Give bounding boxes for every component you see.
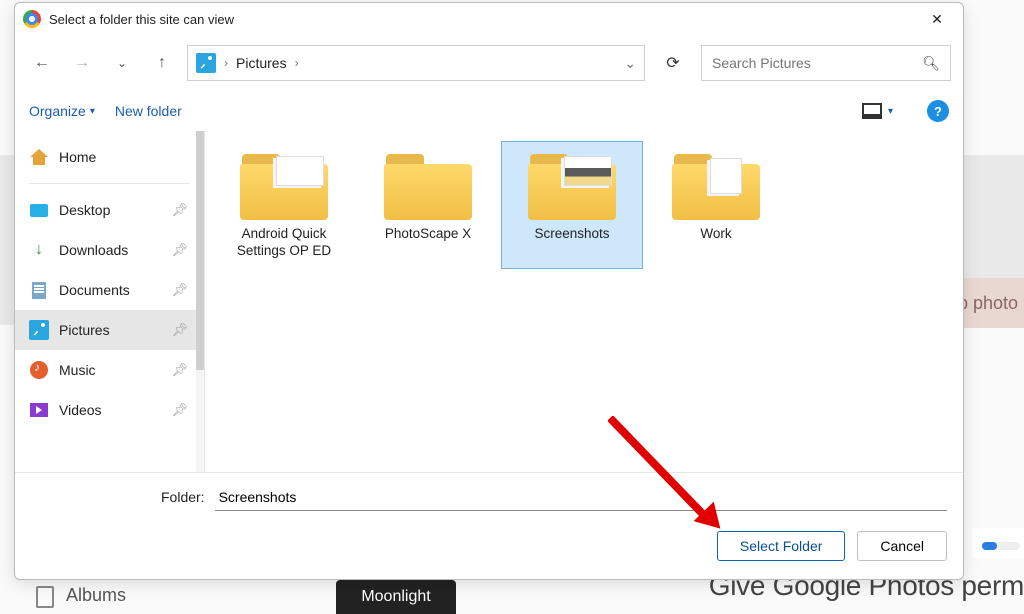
pictures-icon [29, 320, 49, 340]
documents-icon [32, 282, 46, 299]
home-icon [30, 149, 48, 165]
sidebar-item-downloads[interactable]: ↓ Downloads 📌︎ [15, 230, 204, 270]
up-button[interactable]: ↑ [147, 46, 177, 80]
sidebar-item-label: Pictures [59, 322, 110, 338]
chevron-right-icon: › [224, 56, 228, 70]
dialog-footer: Folder: Select Folder Cancel [15, 472, 963, 579]
sidebar-item-label: Videos [59, 402, 102, 418]
search-icon: 🔍︎ [922, 55, 940, 72]
pin-icon: 📌︎ [171, 282, 188, 298]
folder-field-label: Folder: [161, 489, 205, 505]
breadcrumb-pictures[interactable]: Pictures [236, 55, 287, 71]
pin-icon: 📌︎ [171, 202, 188, 218]
view-options-button[interactable]: ▾ [862, 103, 893, 119]
search-box[interactable]: 🔍︎ [701, 45, 951, 81]
folder-android-quick-settings[interactable]: Android Quick Settings OP ED [213, 141, 355, 269]
sidebar-item-label: Downloads [59, 242, 128, 258]
sidebar-item-label: Documents [59, 282, 130, 298]
search-input[interactable] [712, 55, 922, 71]
view-icon [862, 103, 882, 119]
sidebar-item-label: Home [59, 149, 96, 165]
titlebar: Select a folder this site can view ✕ [15, 3, 963, 35]
chrome-icon [23, 10, 41, 28]
chevron-down-icon[interactable]: ⌄ [624, 55, 636, 72]
forward-button[interactable]: → [67, 46, 97, 80]
folder-grid: Android Quick Settings OP ED PhotoScape … [205, 131, 963, 472]
sidebar-item-documents[interactable]: Documents 📌︎ [15, 270, 204, 310]
backdrop-chip: Moonlight [336, 580, 456, 614]
sidebar-item-music[interactable]: Music 📌︎ [15, 350, 204, 390]
sidebar-item-pictures[interactable]: Pictures 📌︎ [15, 310, 204, 350]
videos-icon [30, 403, 48, 417]
organize-menu[interactable]: Organize▾ [29, 103, 95, 119]
folder-name-input[interactable] [215, 483, 947, 511]
sidebar-scrollbar[interactable] [196, 131, 204, 472]
sidebar: Home Desktop 📌︎ ↓ Downloads 📌︎ Documents… [15, 131, 205, 472]
folder-label: Screenshots [534, 226, 609, 260]
folder-screenshots[interactable]: Screenshots [501, 141, 643, 269]
folder-picker-dialog: Select a folder this site can view ✕ ← →… [14, 2, 964, 580]
close-button[interactable]: ✕ [919, 5, 955, 33]
pin-icon: 📌︎ [171, 362, 188, 378]
desktop-icon [30, 204, 48, 217]
folder-label: PhotoScape X [385, 226, 471, 260]
albums-icon [36, 586, 54, 608]
folder-icon [384, 150, 472, 220]
pictures-icon [196, 53, 216, 73]
folder-work[interactable]: Work [645, 141, 787, 269]
back-button[interactable]: ← [27, 46, 57, 80]
nav-toolbar: ← → ⌄ ↑ › Pictures › ⌄ ⟳ 🔍︎ [15, 35, 963, 91]
sidebar-item-home[interactable]: Home [15, 137, 204, 177]
folder-label: Android Quick Settings OP ED [218, 226, 350, 260]
select-folder-button[interactable]: Select Folder [717, 531, 845, 561]
progress-indicator [982, 542, 1020, 550]
sidebar-item-desktop[interactable]: Desktop 📌︎ [15, 190, 204, 230]
sidebar-item-label: Desktop [59, 202, 110, 218]
help-button[interactable]: ? [927, 100, 949, 122]
downloads-icon: ↓ [29, 241, 49, 259]
pin-icon: 📌︎ [171, 402, 188, 418]
caret-down-icon: ▾ [888, 106, 893, 117]
address-bar[interactable]: › Pictures › ⌄ [187, 45, 645, 81]
folder-label: Work [700, 226, 731, 260]
folder-icon [528, 150, 616, 220]
refresh-button[interactable]: ⟳ [655, 45, 691, 81]
music-icon [30, 361, 48, 379]
recent-locations-button[interactable]: ⌄ [107, 46, 137, 80]
new-folder-button[interactable]: New folder [115, 103, 182, 119]
command-bar: Organize▾ New folder ▾ ? [15, 91, 963, 131]
pin-icon: 📌︎ [171, 242, 188, 258]
sidebar-item-videos[interactable]: Videos 📌︎ [15, 390, 204, 430]
cancel-button[interactable]: Cancel [857, 531, 947, 561]
sidebar-item-label: Music [59, 362, 96, 378]
pin-icon: 📌︎ [171, 322, 188, 338]
folder-icon [672, 150, 760, 220]
folder-photoscape-x[interactable]: PhotoScape X [357, 141, 499, 269]
folder-icon [240, 150, 328, 220]
backdrop-albums: Albums [66, 585, 126, 606]
chevron-right-icon: › [295, 56, 299, 70]
dialog-title: Select a folder this site can view [49, 12, 919, 27]
